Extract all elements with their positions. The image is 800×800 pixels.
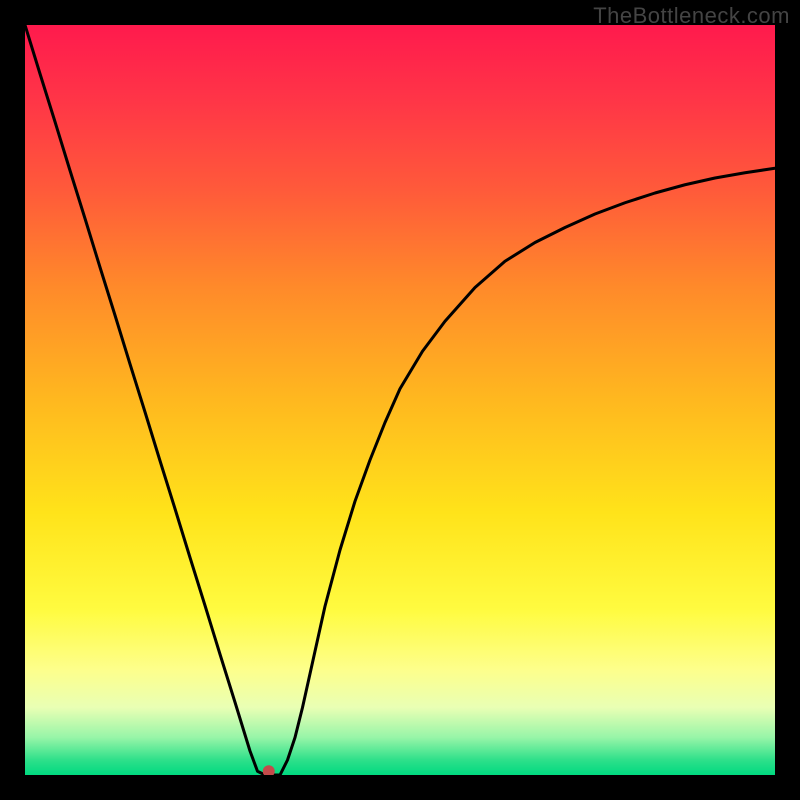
chart-frame: TheBottleneck.com (0, 0, 800, 800)
watermark-text: TheBottleneck.com (593, 3, 790, 29)
gradient-bg (25, 25, 775, 775)
plot-area (25, 25, 775, 775)
chart-svg (25, 25, 775, 775)
